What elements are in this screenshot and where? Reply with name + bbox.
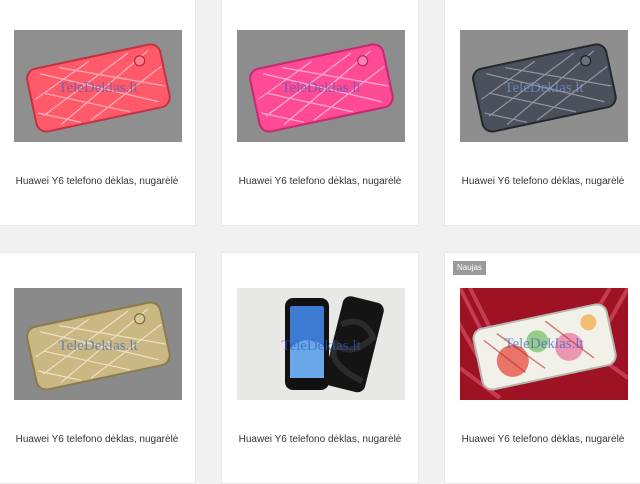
product-title[interactable]: Huawei Y6 telefono dėklas, nugarėlė [445, 434, 640, 445]
product-image[interactable]: TeleDeklas.lt [460, 288, 628, 400]
product-card[interactable]: TeleDeklas.lt Huawei Y6 telefono dėklas,… [0, 252, 196, 484]
product-card[interactable]: TeleDeklas.lt Huawei Y6 telefono dėklas,… [0, 0, 196, 226]
product-title[interactable]: Huawei Y6 telefono dėklas, nugarėlė [222, 176, 418, 187]
product-card[interactable]: Naujas TeleDeklas.lt Huawei Y6 telefono … [444, 252, 640, 484]
svg-text:TeleDeklas.lt: TeleDeklas.lt [58, 80, 138, 96]
product-image[interactable]: TeleDeklas.lt [460, 30, 628, 142]
product-image[interactable]: TeleDeklas.lt [237, 30, 405, 142]
product-card[interactable]: TeleDeklas.lt Huawei Y6 telefono dėklas,… [221, 0, 419, 226]
product-card[interactable]: TeleDeklas.lt Huawei Y6 telefono dėklas,… [221, 252, 419, 484]
svg-text:TeleDeklas.lt: TeleDeklas.lt [281, 338, 361, 354]
new-badge: Naujas [453, 261, 486, 275]
product-image[interactable]: TeleDeklas.lt [14, 30, 182, 142]
product-title[interactable]: Huawei Y6 telefono dėklas, nugarėlė [222, 434, 418, 445]
product-title[interactable]: Huawei Y6 telefono dėklas, nugarėlė [0, 176, 195, 187]
product-image[interactable]: TeleDeklas.lt [14, 288, 182, 400]
svg-text:TeleDeklas.lt: TeleDeklas.lt [504, 80, 584, 96]
svg-text:TeleDeklas.lt: TeleDeklas.lt [504, 336, 584, 352]
product-card[interactable]: TeleDeklas.lt Huawei Y6 telefono dėklas,… [444, 0, 640, 226]
product-image[interactable]: TeleDeklas.lt [237, 288, 405, 400]
product-title[interactable]: Huawei Y6 telefono dėklas, nugarėlė [0, 434, 195, 445]
svg-text:TeleDeklas.lt: TeleDeklas.lt [58, 338, 138, 354]
svg-text:TeleDeklas.lt: TeleDeklas.lt [281, 80, 361, 96]
product-title[interactable]: Huawei Y6 telefono dėklas, nugarėlė [445, 176, 640, 187]
